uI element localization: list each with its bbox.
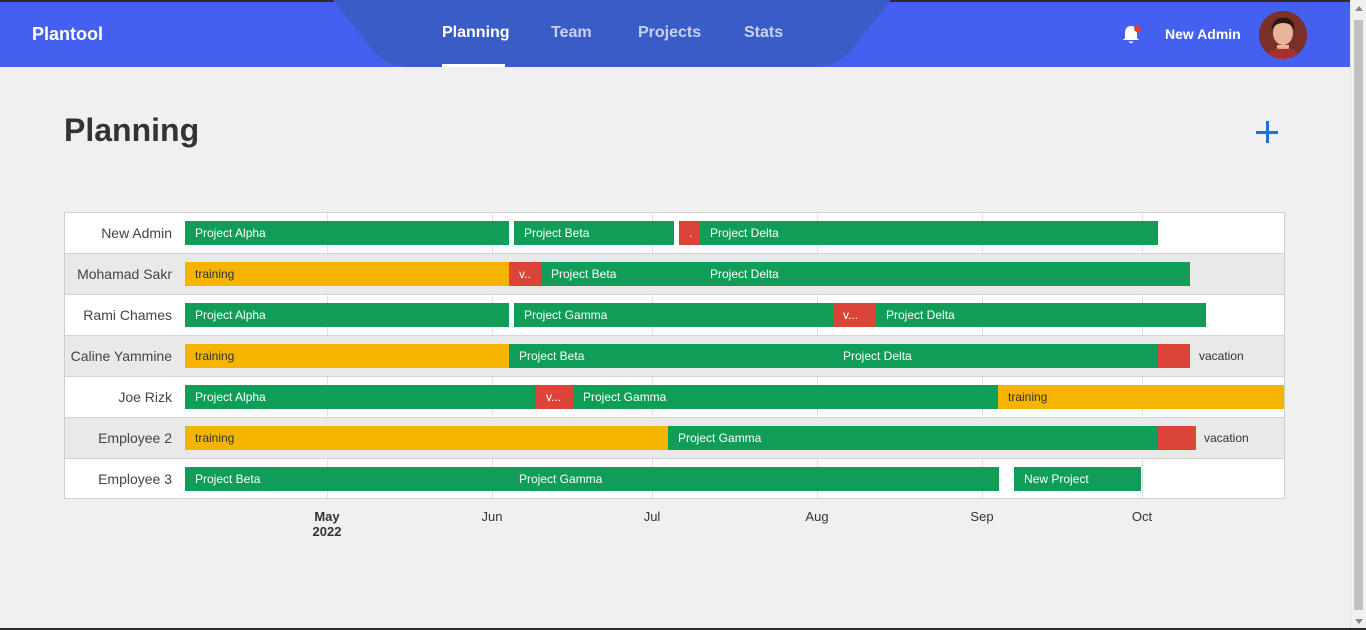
timeline-bar[interactable]: Project Beta [541,262,700,286]
timeline-bar[interactable]: Project Beta [185,467,509,491]
row-label: Rami Chames [83,307,172,323]
trailing-label: vacation [1199,349,1244,363]
row-label: Employee 3 [98,471,172,487]
add-plus-icon[interactable] [1254,119,1280,145]
scroll-down-arrow-icon[interactable] [1355,619,1363,624]
app-brand[interactable]: Plantool [32,24,103,45]
timeline-bar[interactable]: New Project [1014,467,1141,491]
timeline-bar[interactable]: Project Gamma [573,385,998,409]
timeline-bar[interactable]: Project Gamma [514,303,833,327]
axis-label-aug: Aug [805,509,829,524]
timeline-row: New Admin Project Alpha Project Beta . P… [65,213,1284,254]
timeline-bar[interactable]: v... [536,385,573,409]
timeline-row: Mohamad Sakr training v.. Project Beta P… [65,254,1284,295]
timeline-bar[interactable]: Project Alpha [185,303,509,327]
row-label: Joe Rizk [118,389,172,405]
nav-background-shape [333,0,891,67]
timeline-row: Rami Chames Project Alpha Project Gamma … [65,295,1284,336]
timeline-row: Employee 3 Project Beta Project Gamma Ne… [65,459,1284,500]
timeline-bar[interactable]: Project Beta [509,344,833,368]
axis-label-oct: Oct [1131,509,1153,524]
active-tab-indicator [442,64,505,67]
timeline-bar[interactable]: v.. [509,262,541,286]
timeline-bar[interactable]: Project Alpha [185,221,509,245]
top-navbar: Plantool Planning Team Projects Stats Ne… [0,0,1366,67]
tab-planning[interactable]: Planning [442,24,510,42]
tab-projects[interactable]: Projects [638,24,701,42]
timeline-bar[interactable]: v... [833,303,876,327]
tab-team[interactable]: Team [551,24,592,42]
axis-year: 2022 [312,524,342,539]
timeline-bar[interactable]: Project Gamma [509,467,999,491]
row-label: Mohamad Sakr [77,266,172,282]
planning-timeline: New Admin Project Alpha Project Beta . P… [64,212,1285,499]
timeline-bar[interactable]: Project Delta [833,344,1158,368]
timeline-row: Caline Yammine training Project Beta Pro… [65,336,1284,377]
timeline-bar[interactable]: Project Delta [876,303,1206,327]
timeline-bar[interactable]: training [185,426,668,450]
avatar-image [1259,11,1307,59]
timeline-bar[interactable]: training [998,385,1284,409]
timeline-bar[interactable]: Project Beta [514,221,674,245]
axis-label-may: May 2022 [307,509,347,539]
timeline-bar[interactable]: Project Alpha [185,385,536,409]
tab-stats[interactable]: Stats [744,24,783,42]
timeline-row: Joe Rizk Project Alpha v... Project Gamm… [65,377,1284,418]
timeline-bar[interactable]: Project Delta [700,262,1190,286]
axis-label-jun: Jun [481,509,503,524]
page-scrollbar[interactable] [1350,0,1366,630]
axis-label-jul: Jul [643,509,661,524]
scroll-thumb[interactable] [1354,20,1363,610]
timeline-bar[interactable]: Project Delta [700,221,1158,245]
timeline-bar[interactable]: training [185,262,509,286]
timeline-bar[interactable]: Project Gamma [668,426,1158,450]
row-label: New Admin [101,225,172,241]
avatar[interactable] [1259,11,1307,59]
row-label: Caline Yammine [70,348,172,364]
notification-badge [1134,25,1141,32]
timeline-bar[interactable] [1158,344,1190,368]
axis-month: May [314,509,340,524]
scroll-up-arrow-icon[interactable] [1355,6,1363,11]
timeline-row: Employee 2 training Project Gamma vacati… [65,418,1284,459]
timeline-bar[interactable]: . [679,221,700,245]
timeline-bar[interactable] [1158,426,1196,450]
timeline-bar[interactable]: training [185,344,509,368]
trailing-label: vacation [1204,431,1249,445]
axis-label-sep: Sep [970,509,994,524]
page-title: Planning [64,112,200,148]
user-name[interactable]: New Admin [1165,26,1241,42]
row-label: Employee 2 [98,430,172,446]
